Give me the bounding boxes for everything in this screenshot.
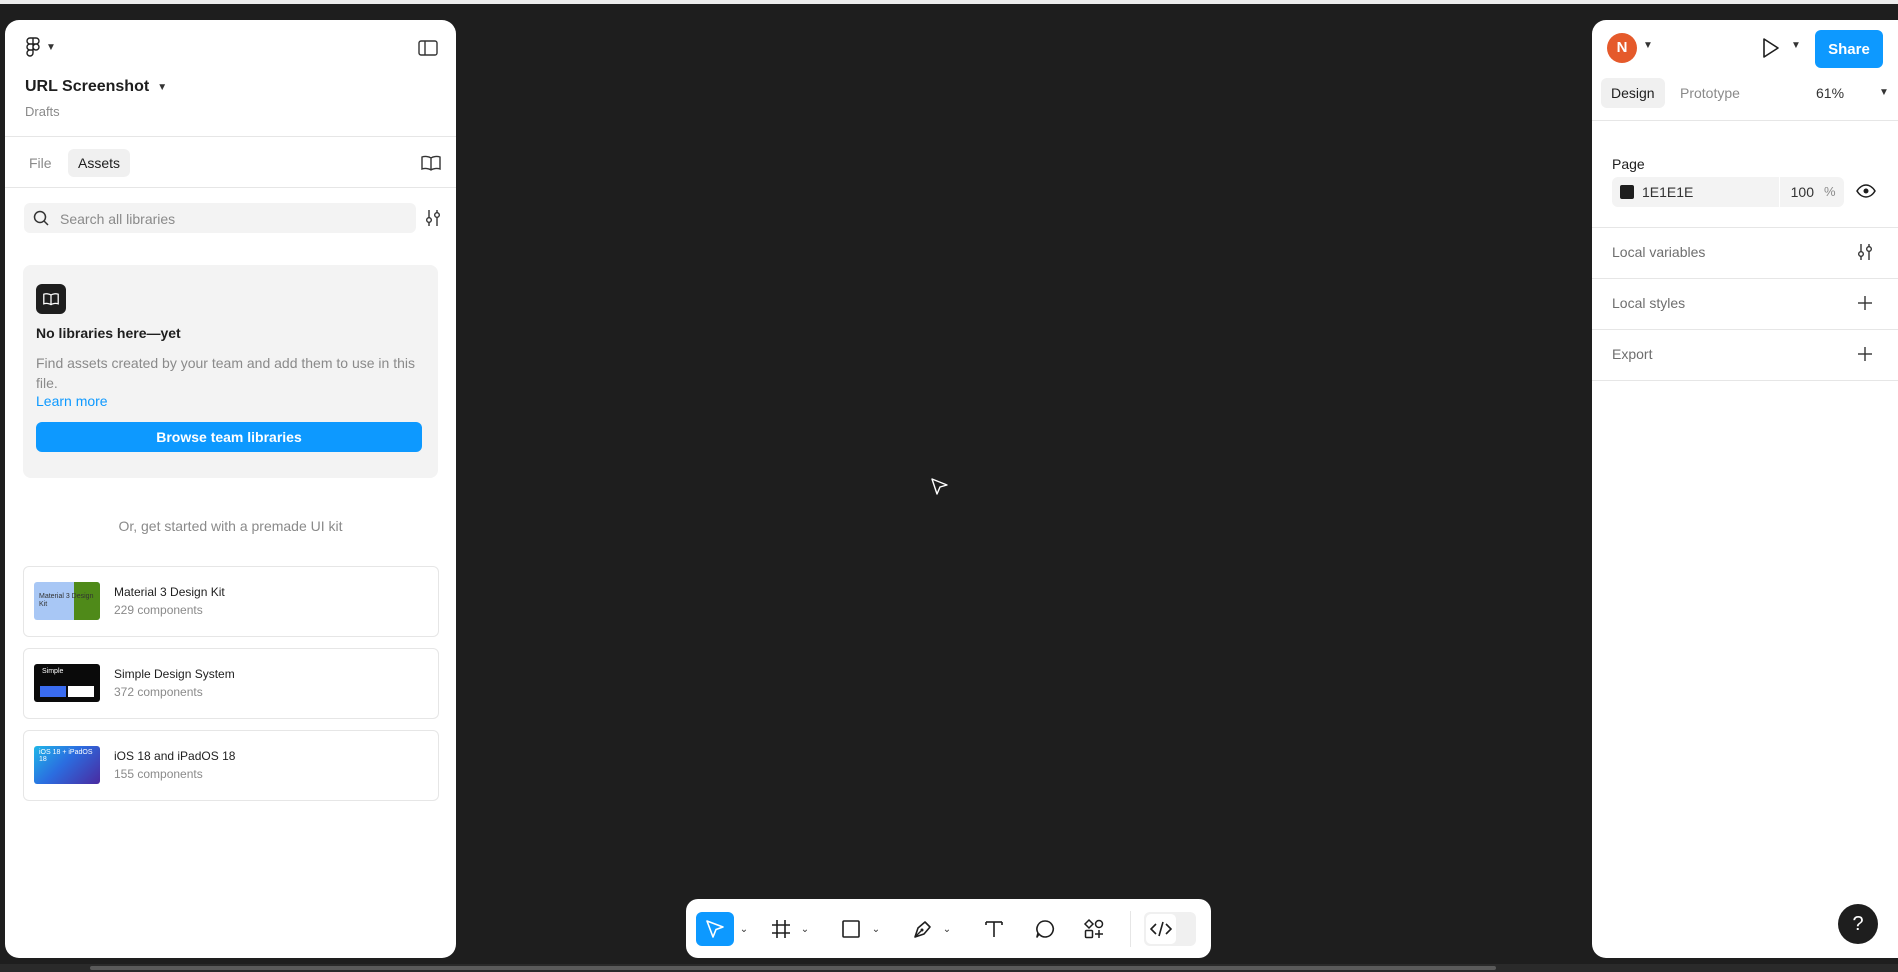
pen-tool-chevron-icon[interactable]: ⌄ (940, 912, 954, 946)
library-book-icon[interactable] (421, 155, 441, 171)
kit-thumbnail: Simple (34, 664, 100, 702)
kit-thumbnail: Material 3 Design Kit (34, 582, 100, 620)
main-menu-button[interactable]: ▼ (26, 37, 56, 57)
dev-mode-toggle[interactable] (1144, 912, 1196, 946)
browser-top-strip (0, 0, 1898, 4)
file-header: ▼ URL Screenshot ▼ Drafts (5, 20, 456, 137)
kit-thumbnail: iOS 18 + iPadOS 18 (34, 746, 100, 784)
rectangle-icon (842, 920, 860, 938)
pen-tool[interactable] (908, 912, 938, 946)
figma-logo-icon (26, 37, 40, 57)
properties-tabs: Design Prototype 61% ▼ (1592, 78, 1898, 121)
comment-tool[interactable] (1030, 912, 1060, 946)
chevron-down-icon: ▼ (157, 81, 168, 93)
adjust-icon[interactable] (1856, 243, 1874, 261)
kit-thumbnail-label: Simple (42, 668, 64, 675)
ui-kit-card[interactable]: Simple Simple Design System 372 componen… (23, 648, 439, 719)
section-label: Export (1612, 346, 1653, 362)
plus-icon[interactable] (1856, 294, 1874, 312)
left-tabs: File Assets (5, 137, 456, 188)
chevron-down-icon[interactable]: ▼ (1879, 87, 1889, 98)
avatar[interactable]: N (1607, 33, 1637, 63)
zoom-level[interactable]: 61% (1816, 78, 1844, 108)
kit-count: 155 components (114, 767, 203, 781)
tab-design[interactable]: Design (1601, 78, 1665, 108)
code-brackets-icon (1150, 921, 1172, 937)
filter-adjust-icon[interactable] (424, 209, 442, 227)
left-panel: ▼ URL Screenshot ▼ Drafts File Assets Se… (5, 20, 456, 958)
horizontal-scrollbar[interactable] (0, 964, 1898, 972)
sidebar-toggle-icon[interactable] (418, 40, 438, 56)
export-section[interactable]: Export (1592, 330, 1898, 381)
file-name: URL Screenshot (25, 78, 150, 95)
kit-thumbnail-label: iOS 18 + iPadOS 18 (39, 749, 93, 763)
chevron-down-icon: ▼ (46, 41, 56, 53)
page-fill-field: 1E1E1E 100 % (1612, 177, 1844, 207)
scrollbar-thumb[interactable] (90, 966, 1496, 970)
text-tool[interactable] (979, 912, 1009, 946)
search-icon (33, 210, 49, 226)
page-section-title: Page (1612, 156, 1645, 172)
frame-tool[interactable] (766, 912, 796, 946)
local-variables-section[interactable]: Local variables (1592, 228, 1898, 279)
fill-hex-value[interactable]: 1E1E1E (1642, 184, 1693, 200)
search-input[interactable] (58, 203, 412, 235)
kit-count: 229 components (114, 603, 203, 617)
mouse-cursor-icon (931, 478, 948, 495)
tab-file[interactable]: File (19, 149, 62, 177)
eye-visibility-icon[interactable] (1856, 184, 1876, 198)
color-swatch[interactable] (1620, 185, 1634, 199)
browse-team-libraries-button[interactable]: Browse team libraries (36, 422, 422, 452)
section-label: Local styles (1612, 295, 1686, 311)
move-arrow-icon (706, 920, 724, 938)
page-section: Page 1E1E1E 100 % (1592, 121, 1898, 228)
ui-kits-heading: Or, get started with a premade UI kit (118, 518, 343, 534)
ui-kit-card[interactable]: iOS 18 + iPadOS 18 iOS 18 and iPadOS 18 … (23, 730, 439, 801)
kit-name: Material 3 Design Kit (114, 585, 225, 599)
actions-components-icon (1083, 918, 1104, 939)
present-play-icon[interactable] (1760, 37, 1780, 59)
right-panel: N ▼ ▼ Share Design Prototype 61% ▼ Page … (1592, 20, 1898, 958)
ui-kit-card[interactable]: Material 3 Design Kit Material 3 Design … (23, 566, 439, 637)
kit-thumbnail-label: Material 3 Design Kit (39, 593, 94, 608)
share-button[interactable]: Share (1815, 30, 1883, 68)
chevron-down-icon[interactable]: ▼ (1643, 40, 1653, 51)
learn-more-link[interactable]: Learn more (36, 393, 108, 409)
library-search (24, 203, 416, 235)
fill-opacity-value[interactable]: 100 (1784, 184, 1814, 200)
kit-name: Simple Design System (114, 667, 235, 681)
no-libraries-card: No libraries here—yet Find assets create… (23, 265, 438, 478)
kit-name: iOS 18 and iPadOS 18 (114, 749, 236, 763)
chevron-down-icon[interactable]: ▼ (1791, 40, 1801, 51)
empty-state-description: Find assets created by your team and add… (36, 355, 415, 391)
actions-tool[interactable] (1079, 912, 1109, 946)
toolbar-divider (1130, 911, 1131, 947)
opacity-unit: % (1824, 184, 1836, 199)
frame-hash-icon (772, 920, 790, 938)
comment-bubble-icon (1036, 920, 1054, 938)
section-label: Local variables (1612, 244, 1706, 260)
file-name-button[interactable]: URL Screenshot ▼ (25, 78, 167, 96)
move-tool[interactable] (696, 912, 734, 946)
local-styles-section[interactable]: Local styles (1592, 279, 1898, 330)
pen-icon (914, 921, 931, 938)
library-book-icon (36, 284, 66, 314)
empty-state-title: No libraries here—yet (36, 325, 181, 341)
frame-tool-chevron-icon[interactable]: ⌄ (798, 912, 812, 946)
text-icon (985, 921, 1003, 937)
bottom-toolbar: ⌄ ⌄ ⌄ ⌄ (686, 899, 1211, 958)
move-tool-chevron-icon[interactable]: ⌄ (737, 912, 751, 946)
file-location[interactable]: Drafts (25, 104, 60, 119)
plus-icon[interactable] (1856, 345, 1874, 363)
tab-assets[interactable]: Assets (68, 149, 131, 177)
help-button[interactable]: ? (1838, 904, 1878, 944)
tab-prototype[interactable]: Prototype (1670, 78, 1750, 108)
rectangle-tool-chevron-icon[interactable]: ⌄ (869, 912, 883, 946)
rectangle-tool[interactable] (836, 912, 866, 946)
kit-count: 372 components (114, 685, 203, 699)
